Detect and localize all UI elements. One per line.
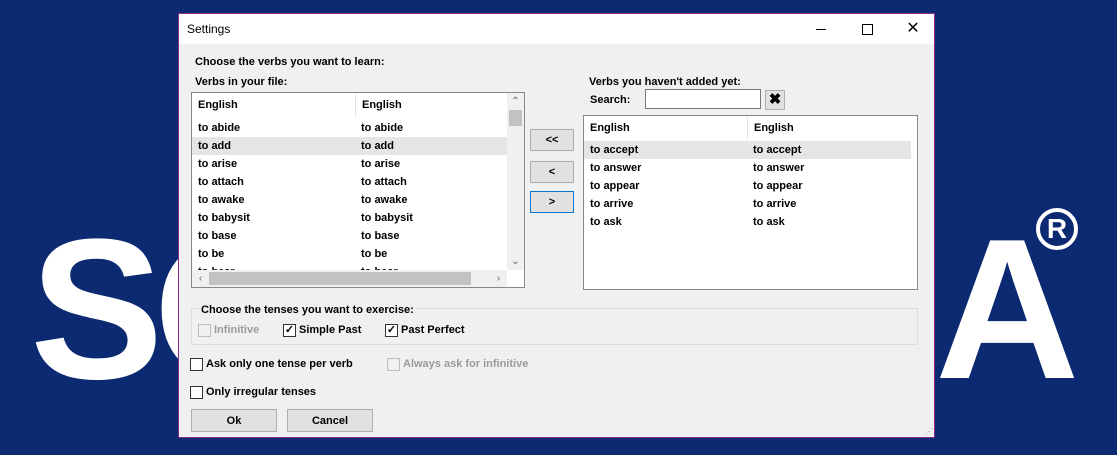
cancel-button[interactable]: Cancel bbox=[287, 409, 373, 432]
list-item[interactable]: to answer to answer bbox=[584, 159, 911, 177]
horizontal-scrollbar[interactable]: ‹ › bbox=[192, 270, 507, 287]
column-header[interactable]: English bbox=[355, 93, 512, 117]
only-irregular-label: Only irregular tenses bbox=[206, 386, 317, 398]
list-item[interactable]: to babysit to babysit bbox=[192, 209, 508, 227]
minimize-icon bbox=[816, 28, 826, 30]
move-right-button[interactable]: > bbox=[530, 191, 574, 213]
list-item[interactable]: to ask to ask bbox=[584, 213, 911, 231]
verbs-not-added-label: Verbs you haven't added yet: bbox=[589, 76, 741, 88]
verbs-not-added-list[interactable]: English English to accept to accept to an… bbox=[583, 115, 918, 290]
past-perfect-checkbox[interactable]: ✓ bbox=[385, 324, 398, 337]
infinitive-checkbox[interactable] bbox=[198, 324, 211, 337]
check-icon: ✓ bbox=[284, 324, 295, 336]
move-left-button[interactable]: < bbox=[530, 161, 574, 183]
registered-mark: R bbox=[1036, 208, 1078, 250]
list-item[interactable]: to base to base bbox=[192, 227, 508, 245]
search-label: Search: bbox=[590, 94, 631, 106]
always-infinitive-checkbox[interactable] bbox=[387, 358, 400, 371]
scroll-up-icon[interactable]: ⌃ bbox=[507, 93, 524, 110]
minimize-button[interactable] bbox=[798, 14, 844, 44]
check-icon: ✓ bbox=[386, 324, 397, 336]
verbs-in-file-list[interactable]: English English to abide to abide to add t… bbox=[191, 92, 525, 288]
list-item[interactable]: to awake to awake bbox=[192, 191, 508, 209]
past-perfect-label: Past Perfect bbox=[401, 324, 465, 336]
always-infinitive-label: Always ask for infinitive bbox=[403, 358, 529, 370]
only-irregular-checkbox[interactable] bbox=[190, 386, 203, 399]
column-header[interactable]: English bbox=[192, 93, 355, 117]
infinitive-label: Infinitive bbox=[214, 324, 260, 336]
scrollbar-thumb[interactable] bbox=[209, 272, 471, 285]
resize-grip-icon[interactable]: ⋰ bbox=[925, 427, 933, 436]
list-item-selected[interactable]: to accept to accept bbox=[584, 141, 911, 159]
close-icon: ✕ bbox=[906, 20, 920, 37]
one-tense-checkbox[interactable] bbox=[190, 358, 203, 371]
scroll-down-icon[interactable]: ⌄ bbox=[507, 253, 524, 270]
scrollbar-thumb[interactable] bbox=[509, 110, 522, 126]
scroll-left-icon[interactable]: ‹ bbox=[192, 270, 209, 287]
list-item-selected[interactable]: to add to add bbox=[192, 137, 508, 155]
window-title: Settings bbox=[187, 22, 231, 36]
settings-window: Settings ✕ Choose the verbs you want to … bbox=[178, 13, 935, 438]
scroll-right-icon[interactable]: › bbox=[490, 270, 507, 287]
choose-tenses-label: Choose the tenses you want to exercise: bbox=[199, 304, 416, 316]
verbs-in-file-label: Verbs in your file: bbox=[195, 76, 288, 88]
list-item[interactable]: to abide to abide bbox=[192, 119, 508, 137]
clear-search-button[interactable]: ✖ bbox=[765, 90, 785, 110]
maximize-icon bbox=[861, 23, 873, 35]
move-all-left-button[interactable]: << bbox=[530, 129, 574, 151]
list-item[interactable]: to be to be bbox=[192, 245, 508, 263]
list-item[interactable]: to arise to arise bbox=[192, 155, 508, 173]
search-input[interactable] bbox=[645, 89, 761, 109]
list-item[interactable]: to attach to attach bbox=[192, 173, 508, 191]
close-button[interactable]: ✕ bbox=[890, 14, 936, 44]
ok-button[interactable]: Ok bbox=[191, 409, 277, 432]
simple-past-checkbox[interactable]: ✓ bbox=[283, 324, 296, 337]
simple-past-label: Simple Past bbox=[299, 324, 362, 336]
list-item[interactable]: to arrive to arrive bbox=[584, 195, 911, 213]
column-header[interactable]: English bbox=[747, 116, 911, 140]
column-header[interactable]: English bbox=[584, 116, 747, 140]
list-item[interactable]: to appear to appear bbox=[584, 177, 911, 195]
vertical-scrollbar[interactable]: ⌃ ⌄ bbox=[507, 93, 524, 270]
choose-verbs-label: Choose the verbs you want to learn: bbox=[195, 56, 385, 68]
maximize-button[interactable] bbox=[844, 14, 890, 44]
one-tense-label: Ask only one tense per verb bbox=[206, 358, 353, 370]
title-bar: Settings ✕ bbox=[179, 14, 934, 44]
clear-x-icon: ✖ bbox=[768, 91, 782, 108]
